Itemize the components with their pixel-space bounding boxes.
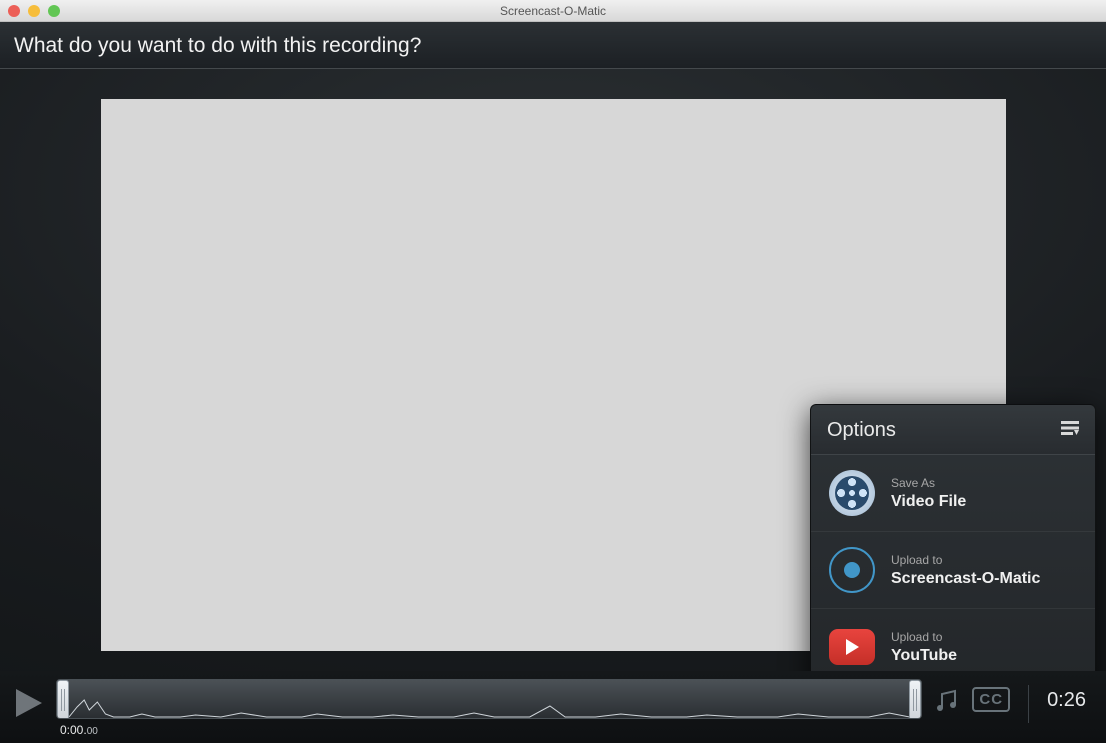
option-subtitle: Upload to [891, 553, 1040, 567]
option-subtitle: Save As [891, 476, 966, 490]
zoom-icon[interactable] [48, 5, 60, 17]
window-title: Screencast-O-Matic [500, 4, 606, 18]
preview-stage: Options Save As Video File Upload to Scr… [0, 69, 1106, 671]
minimize-icon[interactable] [28, 5, 40, 17]
option-upload-screencastomatic[interactable]: Upload to Screencast-O-Matic [811, 532, 1095, 609]
timeline[interactable] [56, 679, 922, 719]
duration-label: 0:26 [1047, 689, 1086, 712]
film-reel-icon [829, 470, 875, 516]
options-menu-icon[interactable] [1061, 421, 1079, 440]
timeline-block: 0:00.00 [56, 679, 922, 737]
time-main: 0:00. [60, 723, 87, 737]
trim-handle-right[interactable] [909, 680, 921, 719]
options-header: Options [811, 405, 1095, 455]
traffic-lights [8, 5, 60, 17]
option-subtitle: Upload to [891, 630, 957, 644]
time-ms: 00 [87, 726, 98, 737]
music-button[interactable] [934, 689, 960, 715]
option-save-video-file[interactable]: Save As Video File [811, 455, 1095, 532]
option-title: YouTube [891, 647, 957, 665]
mac-titlebar: Screencast-O-Matic [0, 0, 1106, 22]
close-icon[interactable] [8, 5, 20, 17]
page-title: What do you want to do with this recordi… [0, 22, 1106, 69]
playhead-time: 0:00.00 [60, 723, 922, 737]
captions-button[interactable]: CC [972, 687, 1010, 712]
audio-waveform [69, 696, 909, 718]
play-button[interactable] [12, 687, 44, 719]
screencastomatic-icon [829, 547, 875, 593]
playback-controls: 0:00.00 CC 0:26 [0, 671, 1106, 743]
youtube-icon [829, 624, 875, 670]
option-title: Screencast-O-Matic [891, 570, 1040, 588]
controls-divider [1028, 685, 1029, 723]
trim-handle-left[interactable] [57, 680, 69, 719]
options-popover: Options Save As Video File Upload to Scr… [810, 404, 1096, 671]
option-upload-youtube[interactable]: Upload to YouTube [811, 609, 1095, 671]
app-window: What do you want to do with this recordi… [0, 22, 1106, 743]
options-title: Options [827, 419, 896, 442]
option-title: Video File [891, 493, 966, 511]
